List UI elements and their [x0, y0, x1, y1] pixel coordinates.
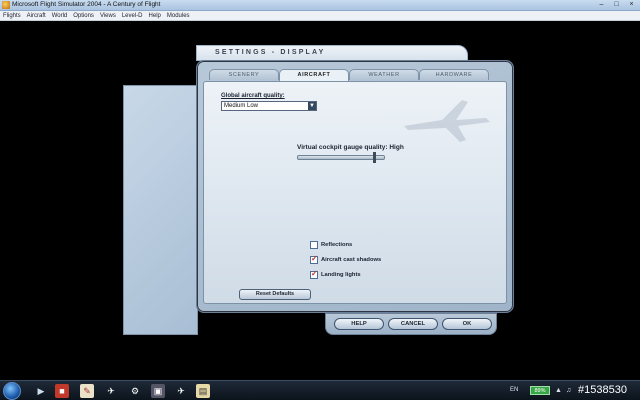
window-title: Microsoft Flight Simulator 2004 - A Cent…	[12, 1, 161, 8]
global-quality-dropdown[interactable]: Medium Low ▼	[221, 101, 317, 111]
window-titlebar[interactable]: Microsoft Flight Simulator 2004 - A Cent…	[0, 0, 640, 11]
tab-content-aircraft: Global aircraft quality: Medium Low ▼ Vi…	[203, 81, 507, 304]
global-quality-label: Global aircraft quality:	[221, 93, 285, 99]
menu-modules[interactable]: Modules	[167, 13, 190, 19]
global-quality-value: Medium Low	[224, 103, 259, 109]
reflections-checkbox[interactable]	[310, 240, 318, 249]
gauge-quality-slider[interactable]	[297, 152, 385, 163]
dropdown-arrow-icon[interactable]: ▼	[308, 102, 316, 110]
tray-id-label: #1538530	[578, 384, 627, 396]
app-icon	[2, 1, 10, 9]
aircraft-shadows-option[interactable]: ✓ Aircraft cast shadows	[310, 253, 382, 264]
tool-icon[interactable]: ⚙	[128, 384, 142, 398]
network-icon[interactable]: ▲	[555, 386, 563, 395]
minimize-button[interactable]: –	[597, 1, 606, 9]
menu-level-d[interactable]: Level-D	[122, 13, 143, 19]
menubar: Flights Aircraft World Options Views Lev…	[0, 11, 640, 21]
battery-indicator[interactable]: 89%	[530, 386, 550, 395]
landing-lights-label: Landing lights	[321, 271, 361, 278]
tab-scenery[interactable]: SCENERY	[209, 69, 279, 80]
menu-aircraft[interactable]: Aircraft	[27, 13, 46, 19]
folder-icon[interactable]: ▤	[196, 384, 210, 398]
aircraft-shadows-checkbox[interactable]: ✓	[310, 253, 318, 264]
landing-lights-checkbox[interactable]: ✓	[310, 268, 318, 279]
close-button[interactable]: ×	[627, 1, 636, 9]
explorer-icon[interactable]: ▶	[34, 384, 48, 398]
check-mark-icon: ✓	[311, 268, 318, 278]
tab-weather[interactable]: WEATHER	[349, 69, 419, 80]
reflections-option[interactable]: Reflections	[310, 240, 352, 249]
tab-bar: SCENERY AIRCRAFT WEATHER HARDWARE	[209, 69, 489, 81]
cancel-button[interactable]: CANCEL	[388, 318, 438, 330]
document-icon[interactable]: ✎	[80, 384, 94, 398]
reflections-label: Reflections	[321, 241, 353, 248]
reset-defaults-button[interactable]: Reset Defaults	[239, 289, 311, 300]
slider-thumb[interactable]	[373, 152, 376, 163]
language-indicator[interactable]: EN	[510, 387, 518, 393]
window-controls: – □ ×	[597, 1, 636, 9]
taskbar: ▶ ■ ✎ ✈ ⚙ ▣ ✈ ▤ EN 89% ▲ ♫ #1538530	[0, 380, 640, 400]
airplane-watermark-icon	[404, 100, 490, 142]
dialog-title: SETTINGS - DISPLAY	[215, 49, 326, 56]
dialog-header[interactable]: SETTINGS - DISPLAY	[196, 45, 468, 61]
settings-dialog: SCENERY AIRCRAFT WEATHER HARDWARE Global…	[196, 60, 514, 313]
gauge-quality-label: Virtual cockpit gauge quality: High	[297, 144, 404, 151]
maximize-button[interactable]: □	[612, 1, 621, 9]
tab-aircraft[interactable]: AIRCRAFT	[279, 69, 349, 81]
menu-views[interactable]: Views	[100, 13, 116, 19]
game-icon[interactable]: ✈	[174, 384, 188, 398]
menu-help[interactable]: Help	[149, 13, 161, 19]
check-mark-icon: ✓	[311, 253, 318, 263]
dialog-back-panel	[123, 85, 198, 335]
ok-button[interactable]: OK	[442, 318, 492, 330]
landing-lights-option[interactable]: ✓ Landing lights	[310, 268, 361, 279]
app-red-icon[interactable]: ■	[55, 384, 69, 398]
menu-flights[interactable]: Flights	[3, 13, 21, 19]
start-button[interactable]	[3, 382, 21, 400]
dialog-button-bar: HELP CANCEL OK	[325, 313, 497, 335]
image-icon[interactable]: ▣	[151, 384, 165, 398]
airplane-icon[interactable]: ✈	[104, 384, 118, 398]
menu-world[interactable]: World	[52, 13, 68, 19]
aircraft-shadows-label: Aircraft cast shadows	[321, 256, 382, 263]
volume-icon[interactable]: ♫	[566, 386, 574, 395]
tab-hardware[interactable]: HARDWARE	[419, 69, 489, 80]
help-button[interactable]: HELP	[334, 318, 384, 330]
menu-options[interactable]: Options	[73, 13, 94, 19]
